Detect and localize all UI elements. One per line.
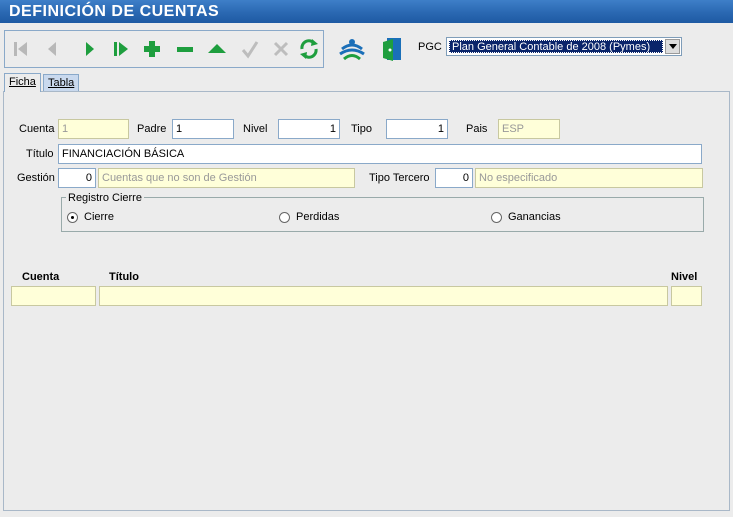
tipo-tercero-description: No especificado bbox=[475, 168, 703, 188]
chevron-down-icon[interactable] bbox=[665, 39, 680, 54]
tab-tabla[interactable]: Tabla bbox=[43, 74, 80, 92]
first-record-button[interactable] bbox=[8, 36, 34, 62]
previous-record-button[interactable] bbox=[39, 36, 65, 62]
gestion-field[interactable]: 0 bbox=[58, 168, 96, 188]
pgc-label: PGC bbox=[418, 41, 442, 53]
cancel-icon bbox=[273, 41, 289, 57]
last-icon bbox=[114, 42, 128, 56]
cuenta-field[interactable]: 1 bbox=[58, 119, 129, 139]
last-record-button[interactable] bbox=[108, 36, 134, 62]
add-icon bbox=[144, 41, 160, 57]
grid-cell-cuenta[interactable] bbox=[11, 286, 96, 306]
padre-label: Padre bbox=[137, 123, 167, 135]
tab-ficha[interactable]: Ficha bbox=[4, 73, 41, 92]
refresh-icon bbox=[300, 39, 318, 59]
radio-ganancias-button[interactable] bbox=[491, 212, 502, 223]
registro-cierre-group bbox=[61, 197, 704, 232]
tab-tabla-label: Tabla bbox=[48, 77, 75, 89]
pais-field[interactable]: ESP bbox=[498, 119, 560, 139]
pgc-select-value: Plan General Contable de 2008 (Pymes) bbox=[449, 40, 663, 53]
nivel-label: Nivel bbox=[243, 123, 268, 135]
tipo-tercero-label: Tipo Tercero bbox=[369, 172, 430, 184]
radio-perdidas-label: Perdidas bbox=[296, 211, 340, 223]
tipo-tercero-field[interactable]: 0 bbox=[435, 168, 473, 188]
first-icon bbox=[14, 42, 27, 56]
grid-cell-titulo[interactable] bbox=[99, 286, 668, 306]
cuenta-label: Cuenta bbox=[19, 123, 55, 135]
next-record-button[interactable] bbox=[77, 36, 103, 62]
gestion-description: Cuentas que no son de Gestión bbox=[98, 168, 355, 188]
titulo-field[interactable]: FINANCIACIÓN BÁSICA bbox=[58, 144, 702, 164]
padre-field[interactable]: 1 bbox=[172, 119, 234, 139]
radio-perdidas-button[interactable] bbox=[279, 212, 290, 223]
tab-ficha-label: Ficha bbox=[9, 76, 36, 88]
radio-cierre-label: Cierre bbox=[84, 211, 114, 223]
cancel-button[interactable] bbox=[268, 36, 294, 62]
tipo-field[interactable]: 1 bbox=[386, 119, 448, 139]
grid-cell-nivel[interactable] bbox=[671, 286, 702, 306]
grid-header-titulo: Título bbox=[109, 271, 139, 283]
confirm-button[interactable] bbox=[237, 36, 263, 62]
next-icon bbox=[86, 42, 94, 56]
titulo-label: Título bbox=[26, 148, 54, 160]
edit-record-button[interactable] bbox=[204, 36, 230, 62]
grid-header-cuenta: Cuenta bbox=[22, 271, 60, 283]
exit-button[interactable] bbox=[377, 35, 407, 63]
account-tree-button[interactable] bbox=[337, 35, 367, 63]
pgc-select[interactable]: Plan General Contable de 2008 (Pymes) bbox=[446, 37, 682, 56]
radio-cierre[interactable]: Cierre bbox=[67, 211, 127, 225]
delete-icon bbox=[177, 47, 193, 52]
tree-icon bbox=[339, 39, 365, 61]
registro-cierre-legend: Registro Cierre bbox=[66, 192, 144, 204]
tipo-label: Tipo bbox=[351, 123, 372, 135]
exit-icon bbox=[383, 38, 401, 61]
window-title-bar: DEFINICIÓN DE CUENTAS bbox=[0, 0, 733, 23]
pais-label: Pais bbox=[466, 123, 488, 135]
previous-icon bbox=[48, 42, 56, 56]
delete-record-button[interactable] bbox=[172, 36, 198, 62]
radio-ganancias[interactable]: Ganancias bbox=[491, 211, 571, 225]
radio-perdidas[interactable]: Perdidas bbox=[279, 211, 349, 225]
gestion-label: Gestión bbox=[17, 172, 55, 184]
nivel-field[interactable]: 1 bbox=[278, 119, 340, 139]
window-title: DEFINICIÓN DE CUENTAS bbox=[9, 3, 220, 20]
grid-header-nivel: Nivel bbox=[671, 271, 698, 283]
add-record-button[interactable] bbox=[139, 36, 165, 62]
up-icon bbox=[208, 44, 226, 53]
navigation-toolbar bbox=[4, 30, 324, 68]
radio-cierre-button[interactable] bbox=[67, 212, 78, 223]
refresh-button[interactable] bbox=[296, 36, 322, 62]
radio-ganancias-label: Ganancias bbox=[508, 211, 561, 223]
confirm-icon bbox=[241, 41, 259, 59]
